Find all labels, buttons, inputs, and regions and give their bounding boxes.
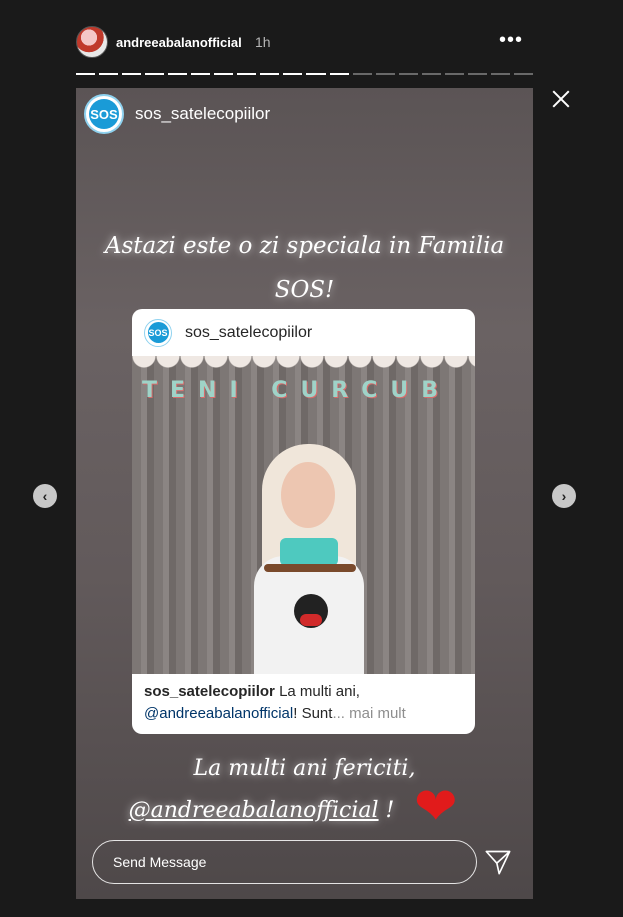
progress-segment bbox=[306, 73, 326, 75]
photo-banner-text: TENI CURCUB bbox=[142, 378, 452, 403]
close-icon[interactable] bbox=[550, 88, 572, 110]
progress-segment bbox=[237, 73, 257, 75]
mickey-print-icon bbox=[294, 594, 328, 628]
shared-post-photo: TENI CURCUB bbox=[132, 356, 475, 674]
send-message-input[interactable] bbox=[92, 840, 477, 884]
story-text-bottom: La multi ani fericiti, @andreeabalanoffi… bbox=[76, 748, 533, 832]
heart-sticker-icon: ❤ bbox=[414, 778, 458, 836]
progress-segment bbox=[444, 73, 464, 75]
more-options-icon[interactable]: ••• bbox=[499, 29, 523, 52]
story-text-bottom-line1: La multi ani fericiti, bbox=[193, 756, 416, 781]
progress-segment bbox=[490, 73, 510, 75]
story-text-bottom-end: ! bbox=[378, 798, 395, 823]
progress-segment bbox=[329, 73, 349, 75]
shared-post-caption: sos_satelecopiilor La multi ani, @andree… bbox=[144, 681, 464, 725]
progress-segment bbox=[168, 73, 188, 75]
next-story-button[interactable]: › bbox=[552, 484, 576, 508]
story-frame[interactable]: SOS sos_satelecopiilor Astazi este o zi … bbox=[76, 88, 533, 899]
caption-more-link[interactable]: ... mai mult bbox=[332, 705, 405, 722]
progress-segment bbox=[398, 73, 418, 75]
story-text-top-line1: Astazi este o zi speciala in Familia bbox=[104, 233, 505, 259]
progress-segment bbox=[191, 73, 211, 75]
caption-text: La multi ani, bbox=[274, 683, 360, 700]
story-progress-bar bbox=[76, 73, 533, 75]
story-owner: SOS sos_satelecopiilor bbox=[84, 94, 270, 134]
story-text-top-line2: SOS! bbox=[274, 277, 335, 303]
previous-story-button[interactable]: ‹ bbox=[33, 484, 57, 508]
timestamp: 1h bbox=[255, 34, 271, 50]
story-mention[interactable]: @andreeabalanofficial bbox=[129, 798, 379, 823]
progress-segment bbox=[260, 73, 280, 75]
progress-segment bbox=[467, 73, 487, 75]
username[interactable]: andreeabalanofficial bbox=[116, 35, 242, 50]
story-text-top: Astazi este o zi speciala in Familia SOS… bbox=[76, 224, 533, 312]
paper-plane-icon[interactable] bbox=[484, 848, 512, 876]
progress-segment bbox=[513, 73, 533, 75]
woman-with-cake bbox=[254, 444, 364, 674]
curtain-scallop bbox=[132, 356, 475, 376]
story-header: andreeabalanofficial 1h ••• bbox=[76, 24, 533, 64]
sos-logo-icon: SOS bbox=[84, 94, 124, 134]
avatar[interactable] bbox=[76, 26, 108, 58]
caption-mention-link[interactable]: @andreeabalanofficial bbox=[144, 705, 293, 722]
story-owner-name: sos_satelecopiilor bbox=[135, 104, 271, 123]
shared-post-card[interactable]: SOS sos_satelecopiilor TENI CURCUB sos_s… bbox=[132, 309, 475, 734]
shared-post-header: SOS sos_satelecopiilor bbox=[132, 309, 475, 356]
cake-icon bbox=[280, 538, 338, 566]
progress-segment bbox=[283, 73, 303, 75]
progress-segment bbox=[375, 73, 395, 75]
progress-segment bbox=[145, 73, 165, 75]
shared-post-username: sos_satelecopiilor bbox=[185, 323, 313, 341]
progress-segment bbox=[214, 73, 234, 75]
progress-segment bbox=[352, 73, 372, 75]
progress-segment bbox=[99, 73, 119, 75]
caption-rest: ! Sunt bbox=[293, 705, 333, 722]
sos-logo-icon: SOS bbox=[144, 318, 172, 347]
progress-segment bbox=[122, 73, 142, 75]
caption-username: sos_satelecopiilor bbox=[144, 683, 275, 700]
progress-segment bbox=[76, 73, 96, 75]
progress-segment bbox=[421, 73, 441, 75]
